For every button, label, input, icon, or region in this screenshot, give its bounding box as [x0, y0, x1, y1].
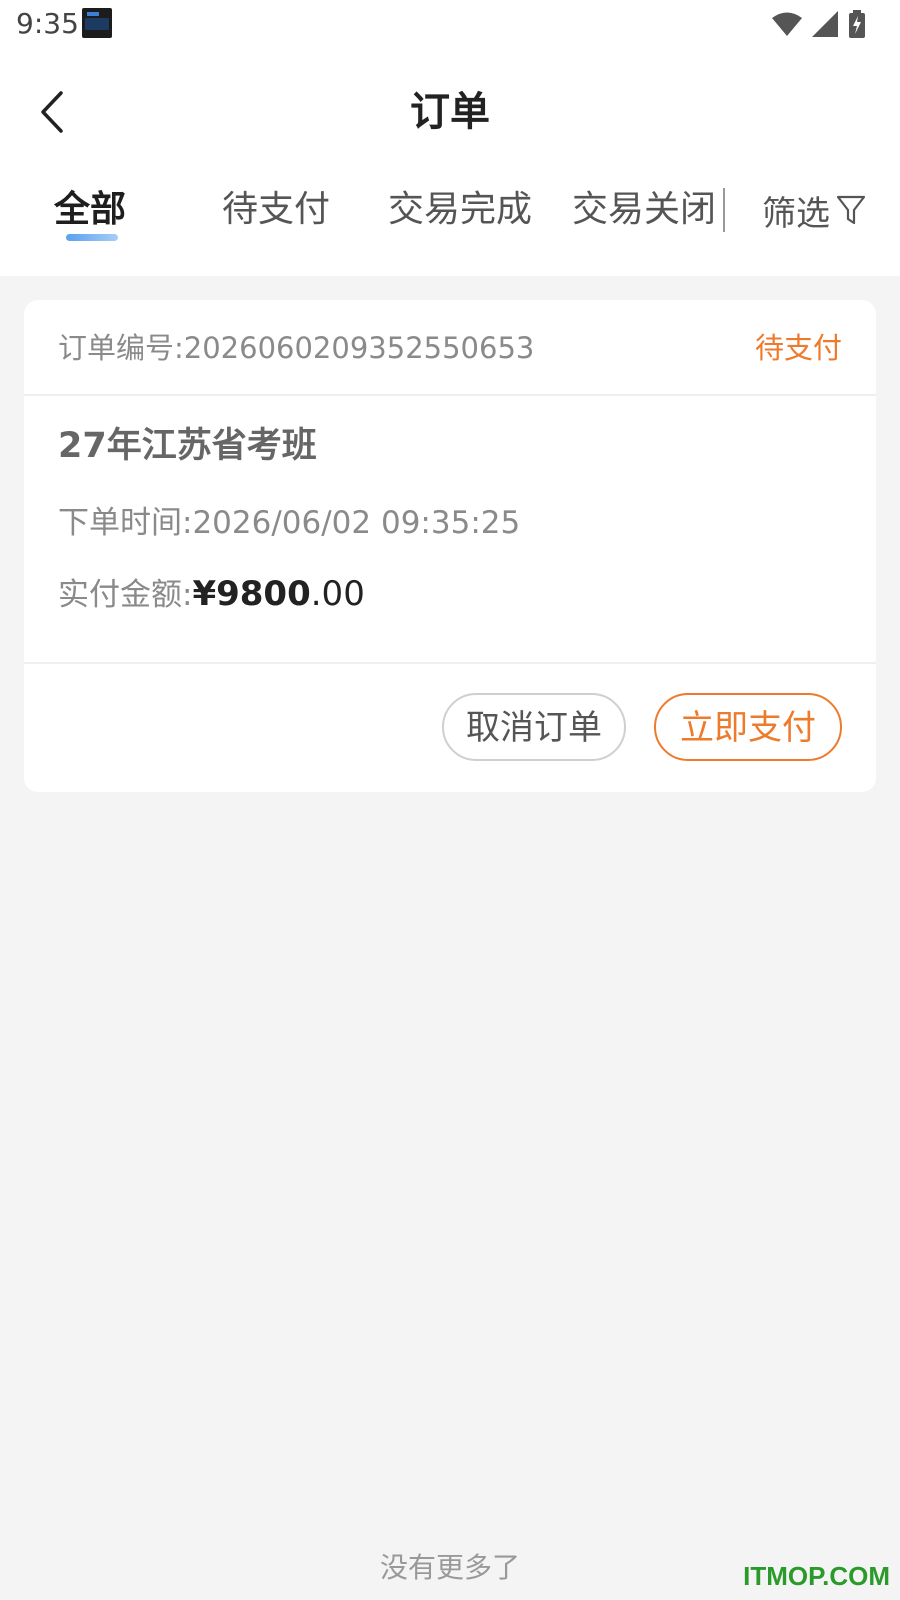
divider: [24, 662, 876, 664]
order-number: 订单编号:2026060209352550653: [58, 328, 534, 368]
nav-bar: 订单: [0, 70, 900, 154]
tab-completed[interactable]: 交易完成: [388, 180, 532, 240]
order-amount-decimal: .00: [310, 574, 365, 614]
wifi-icon: [772, 12, 802, 36]
tab-active-indicator: [66, 234, 118, 241]
signal-icon: [812, 11, 838, 37]
tab-pending-payment[interactable]: 待支付: [222, 180, 330, 240]
filter-icon: [836, 195, 866, 225]
order-time-value: 2026/06/02 09:35:25: [192, 505, 521, 541]
status-time: 9:35: [16, 7, 79, 40]
status-icons: [772, 8, 866, 40]
order-tabs: 全部 待支付 交易完成 交易关闭 筛选: [0, 180, 900, 250]
order-card: 订单编号:2026060209352550653 待支付 27年江苏省考班 下单…: [24, 300, 876, 792]
order-time-row: 下单时间:2026/06/02 09:35:25: [58, 501, 520, 545]
order-number-value: 2026060209352550653: [183, 331, 535, 365]
watermark-logo: ITMOP.COM: [743, 1561, 890, 1591]
tab-all[interactable]: 全部: [54, 180, 126, 240]
tab-closed[interactable]: 交易关闭: [572, 180, 716, 240]
filter-label: 筛选: [762, 193, 830, 234]
battery-charging-icon: [849, 10, 865, 38]
page-title: 订单: [410, 89, 490, 135]
tab-divider: [723, 188, 725, 232]
order-number-label: 订单编号:: [58, 331, 184, 365]
course-name: 27年江苏省考班: [58, 426, 317, 466]
filter-button[interactable]: 筛选: [762, 180, 866, 240]
order-card-header: 订单编号:2026060209352550653 待支付: [24, 300, 876, 396]
order-time-label: 下单时间:: [58, 505, 193, 541]
pay-now-button[interactable]: 立即支付: [654, 693, 842, 761]
order-amount-integer: ¥9800: [192, 574, 311, 614]
order-status-badge: 待支付: [754, 331, 842, 365]
status-bar: 9:35: [0, 0, 900, 48]
cancel-order-button[interactable]: 取消订单: [442, 693, 626, 761]
order-amount-label: 实付金额:: [58, 577, 193, 613]
notification-app-icon: [82, 8, 112, 38]
order-amount-row: 实付金额:¥9800.00: [58, 572, 365, 617]
